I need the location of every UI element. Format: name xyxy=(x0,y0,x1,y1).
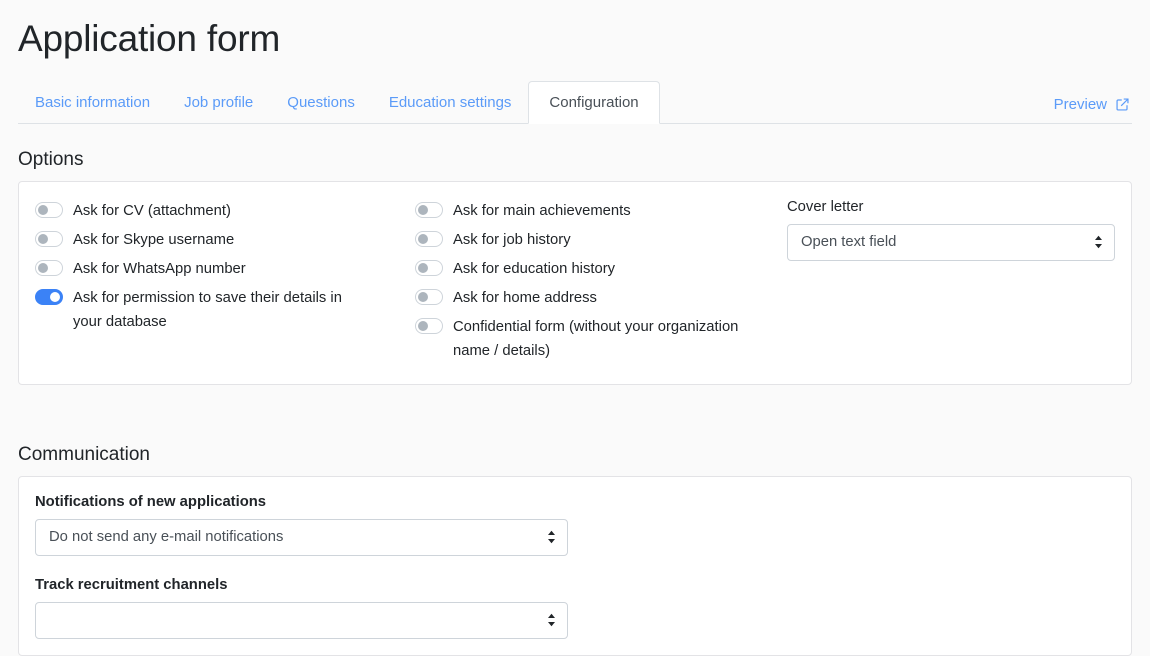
tab-configuration[interactable]: Configuration xyxy=(528,81,660,124)
options-column-middle: Ask for main achievements Ask for job hi… xyxy=(415,199,775,368)
options-column-left: Ask for CV (attachment) Ask for Skype us… xyxy=(35,199,415,339)
option-row-main-achievements[interactable]: Ask for main achievements xyxy=(415,199,775,223)
option-row-education-history[interactable]: Ask for education history xyxy=(415,257,775,281)
cover-letter-select[interactable]: Open text field xyxy=(787,223,1115,261)
option-label-ask-whatsapp: Ask for WhatsApp number xyxy=(73,261,246,277)
option-label-home-address: Ask for home address xyxy=(453,290,597,306)
cover-letter-label: Cover letter xyxy=(787,199,864,215)
option-row-ask-skype[interactable]: Ask for Skype username xyxy=(35,228,415,252)
notifications-label: Notifications of new applications xyxy=(35,494,267,510)
option-label-confidential-form: Confidential form (without your organiza… xyxy=(453,319,739,359)
communication-card: Notifications of new applications Do not… xyxy=(18,476,1132,656)
option-label-job-history: Ask for job history xyxy=(453,232,571,248)
tab-questions[interactable]: Questions xyxy=(270,81,372,124)
toggle-confidential-form[interactable] xyxy=(415,318,443,334)
preview-link[interactable]: Preview xyxy=(1054,97,1132,112)
application-form-page: Application form Basic information Job p… xyxy=(0,0,1150,656)
cover-letter-select-wrap: Open text field xyxy=(787,223,1115,261)
tracking-field: Track recruitment channels xyxy=(35,576,568,639)
option-label-main-achievements: Ask for main achievements xyxy=(453,203,631,219)
option-label-education-history: Ask for education history xyxy=(453,261,616,277)
tab-education-settings[interactable]: Education settings xyxy=(372,81,529,124)
options-heading: Options xyxy=(18,149,84,170)
option-label-ask-cv: Ask for CV (attachment) xyxy=(73,203,231,219)
toggle-ask-skype[interactable] xyxy=(35,231,63,247)
preview-link-label: Preview xyxy=(1053,96,1107,113)
option-row-ask-cv[interactable]: Ask for CV (attachment) xyxy=(35,199,415,223)
options-card: Ask for CV (attachment) Ask for Skype us… xyxy=(18,181,1132,385)
toggle-ask-whatsapp[interactable] xyxy=(35,260,63,276)
tracking-select-wrap xyxy=(35,601,568,639)
page-title: Application form xyxy=(18,18,281,59)
option-row-job-history[interactable]: Ask for job history xyxy=(415,228,775,252)
notifications-select[interactable]: Do not send any e-mail notifications xyxy=(35,518,568,556)
option-label-ask-skype: Ask for Skype username xyxy=(73,232,235,248)
option-row-confidential-form[interactable]: Confidential form (without your organiza… xyxy=(415,315,775,363)
tab-basic-information[interactable]: Basic information xyxy=(18,81,167,124)
toggle-home-address[interactable] xyxy=(415,289,443,305)
toggle-main-achievements[interactable] xyxy=(415,202,443,218)
option-row-home-address[interactable]: Ask for home address xyxy=(415,286,775,310)
notifications-field: Notifications of new applications Do not… xyxy=(35,495,568,556)
toggle-ask-cv[interactable] xyxy=(35,202,63,218)
tab-bar: Basic information Job profile Questions … xyxy=(18,79,1132,124)
toggle-education-history[interactable] xyxy=(415,260,443,276)
tracking-label: Track recruitment channels xyxy=(35,576,228,593)
tab-job-profile[interactable]: Job profile xyxy=(167,81,270,124)
external-link-icon xyxy=(1115,97,1130,112)
options-column-cover-letter: Cover letter Open text field xyxy=(775,199,1115,261)
tracking-select[interactable] xyxy=(35,601,568,639)
toggle-ask-permission[interactable] xyxy=(35,289,63,305)
option-label-ask-permission: Ask for permission to save their details… xyxy=(73,290,342,330)
toggle-job-history[interactable] xyxy=(415,231,443,247)
notifications-select-wrap: Do not send any e-mail notifications xyxy=(35,518,568,556)
communication-heading: Communication xyxy=(18,444,150,465)
option-row-ask-permission[interactable]: Ask for permission to save their details… xyxy=(35,286,415,334)
option-row-ask-whatsapp[interactable]: Ask for WhatsApp number xyxy=(35,257,415,281)
